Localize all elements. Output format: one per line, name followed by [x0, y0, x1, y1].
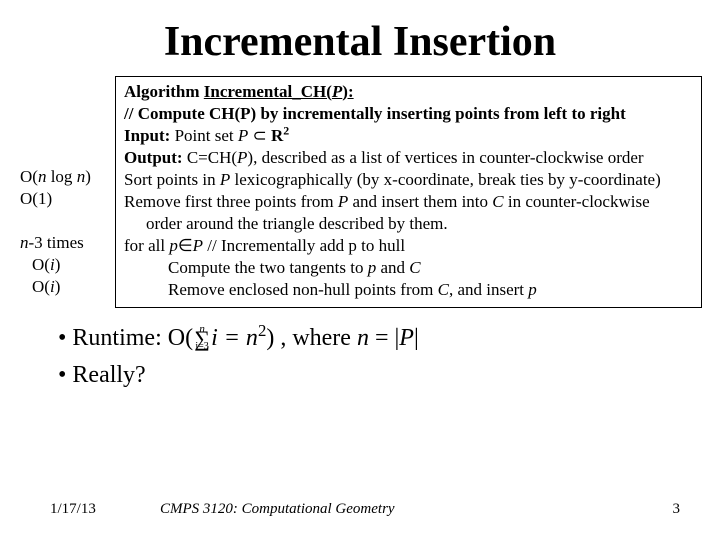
- algorithm-box: Algorithm Incremental_CH(P): // Compute …: [115, 76, 702, 308]
- footer-date: 1/17/13: [50, 501, 160, 518]
- bullets: • Runtime: O(n∑i=3i = n2) , where n = |P…: [0, 308, 720, 391]
- complexity-loop: n-3 times: [20, 232, 115, 254]
- footer: 1/17/13 CMPS 3120: Computational Geometr…: [0, 501, 720, 518]
- algo-enclosed: Remove enclosed non-hull points from C, …: [124, 279, 693, 301]
- page-title: Incremental Insertion: [0, 0, 720, 76]
- complexity-tangent: O(i): [20, 254, 115, 276]
- algo-remove: Remove first three points from P and ins…: [124, 191, 693, 213]
- content-row: O(n log n) O(1) n-3 times O(i) O(i) Algo…: [0, 76, 720, 308]
- algo-tangents: Compute the two tangents to p and C: [124, 257, 693, 279]
- complexity-init: O(1): [20, 188, 115, 210]
- bullet-really: • Really?: [58, 359, 720, 391]
- footer-course: CMPS 3120: Computational Geometry: [160, 501, 640, 518]
- algo-input: Input: Point set P ⊂ R2: [124, 125, 693, 147]
- algo-output: Output: C=CH(P), described as a list of …: [124, 147, 693, 169]
- bullet-runtime: • Runtime: O(n∑i=3i = n2) , where n = |P…: [58, 322, 720, 355]
- algo-remove-cont: order around the triangle described by t…: [124, 213, 693, 235]
- complexity-sort: O(n log n): [20, 166, 115, 188]
- algo-sort: Sort points in P lexicographically (by x…: [124, 169, 693, 191]
- summation: n∑i=3: [193, 323, 211, 355]
- slide: Incremental Insertion O(n log n) O(1) n-…: [0, 0, 720, 540]
- footer-page: 3: [640, 501, 680, 518]
- complexity-annotations: O(n log n) O(1) n-3 times O(i) O(i): [20, 76, 115, 298]
- algo-comment: // Compute CH(P) by incrementally insert…: [124, 103, 693, 125]
- algo-for: for all p∈P // Incrementally add p to hu…: [124, 235, 693, 257]
- complexity-remove: O(i): [20, 276, 115, 298]
- algo-header: Algorithm Incremental_CH(P):: [124, 81, 693, 103]
